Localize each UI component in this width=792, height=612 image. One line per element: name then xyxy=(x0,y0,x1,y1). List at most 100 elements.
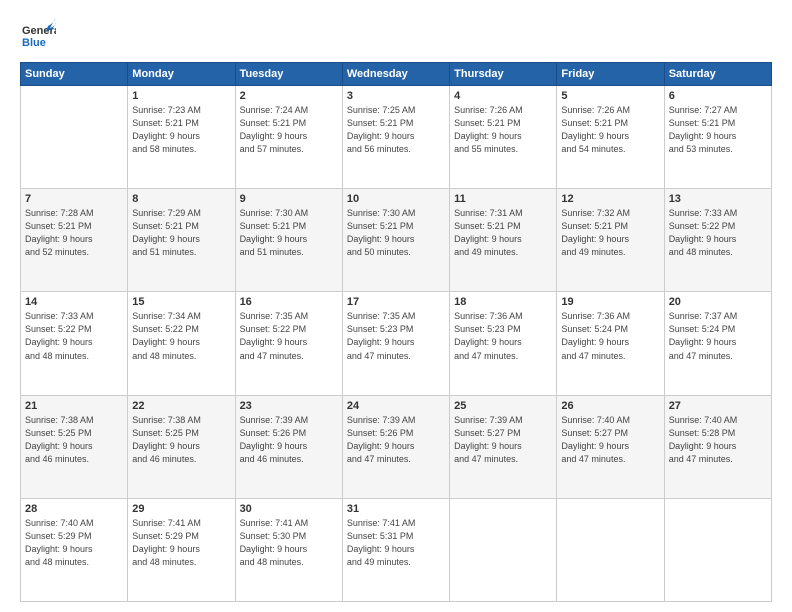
day-number: 16 xyxy=(240,296,338,308)
svg-text:General: General xyxy=(22,25,56,37)
svg-text:Blue: Blue xyxy=(22,37,46,49)
day-number: 8 xyxy=(132,193,230,205)
day-number: 6 xyxy=(669,90,767,102)
day-info: Sunrise: 7:25 AMSunset: 5:21 PMDaylight:… xyxy=(347,104,445,156)
calendar-cell: 2 Sunrise: 7:24 AMSunset: 5:21 PMDaylight… xyxy=(235,86,342,189)
day-info: Sunrise: 7:29 AMSunset: 5:21 PMDaylight:… xyxy=(132,207,230,259)
weekday-header-wednesday: Wednesday xyxy=(342,63,449,86)
calendar-cell xyxy=(450,498,557,601)
calendar-cell: 24 Sunrise: 7:39 AMSunset: 5:26 PMDayligh… xyxy=(342,395,449,498)
day-number: 7 xyxy=(25,193,123,205)
day-number: 23 xyxy=(240,400,338,412)
weekday-header-tuesday: Tuesday xyxy=(235,63,342,86)
day-info: Sunrise: 7:23 AMSunset: 5:21 PMDaylight:… xyxy=(132,104,230,156)
day-number: 12 xyxy=(561,193,659,205)
calendar-cell: 18 Sunrise: 7:36 AMSunset: 5:23 PMDayligh… xyxy=(450,292,557,395)
calendar-cell: 6Sunrise: 7:27 AMSunset: 5:21 PMDaylight… xyxy=(664,86,771,189)
day-info: Sunrise: 7:33 AMSunset: 5:22 PMDaylight:… xyxy=(25,310,123,362)
calendar-cell: 8 Sunrise: 7:29 AMSunset: 5:21 PMDaylight… xyxy=(128,189,235,292)
calendar-cell: 10 Sunrise: 7:30 AMSunset: 5:21 PMDayligh… xyxy=(342,189,449,292)
calendar-cell: 3 Sunrise: 7:25 AMSunset: 5:21 PMDaylight… xyxy=(342,86,449,189)
calendar-cell: 30 Sunrise: 7:41 AMSunset: 5:30 PMDayligh… xyxy=(235,498,342,601)
day-info: Sunrise: 7:28 AMSunset: 5:21 PMDaylight:… xyxy=(25,207,123,259)
day-number: 13 xyxy=(669,193,767,205)
calendar-cell: 21 Sunrise: 7:38 AMSunset: 5:25 PMDayligh… xyxy=(21,395,128,498)
day-number: 4 xyxy=(454,90,552,102)
calendar-cell xyxy=(21,86,128,189)
day-info: Sunrise: 7:39 AMSunset: 5:27 PMDaylight:… xyxy=(454,414,552,466)
calendar-cell: 1 Sunrise: 7:23 AMSunset: 5:21 PMDaylight… xyxy=(128,86,235,189)
day-info: Sunrise: 7:35 AMSunset: 5:22 PMDaylight:… xyxy=(240,310,338,362)
day-info: Sunrise: 7:30 AMSunset: 5:21 PMDaylight:… xyxy=(347,207,445,259)
day-info: Sunrise: 7:41 AMSunset: 5:30 PMDaylight:… xyxy=(240,517,338,569)
day-info: Sunrise: 7:39 AMSunset: 5:26 PMDaylight:… xyxy=(347,414,445,466)
calendar-cell: 29 Sunrise: 7:41 AMSunset: 5:29 PMDayligh… xyxy=(128,498,235,601)
calendar-cell: 4 Sunrise: 7:26 AMSunset: 5:21 PMDaylight… xyxy=(450,86,557,189)
calendar-cell: 31 Sunrise: 7:41 AMSunset: 5:31 PMDayligh… xyxy=(342,498,449,601)
day-number: 19 xyxy=(561,296,659,308)
day-info: Sunrise: 7:36 AMSunset: 5:23 PMDaylight:… xyxy=(454,310,552,362)
calendar-cell: 20 Sunrise: 7:37 AMSunset: 5:24 PMDayligh… xyxy=(664,292,771,395)
page: General Blue SundayMondayTuesdayWednesda… xyxy=(0,0,792,612)
day-number: 3 xyxy=(347,90,445,102)
day-info: Sunrise: 7:38 AMSunset: 5:25 PMDaylight:… xyxy=(25,414,123,466)
day-number: 21 xyxy=(25,400,123,412)
day-info: Sunrise: 7:40 AMSunset: 5:27 PMDaylight:… xyxy=(561,414,659,466)
day-number: 9 xyxy=(240,193,338,205)
weekday-header-monday: Monday xyxy=(128,63,235,86)
calendar-week-2: 7 Sunrise: 7:28 AMSunset: 5:21 PMDaylight… xyxy=(21,189,772,292)
day-info: Sunrise: 7:33 AMSunset: 5:22 PMDaylight:… xyxy=(669,207,767,259)
day-number: 25 xyxy=(454,400,552,412)
day-info: Sunrise: 7:30 AMSunset: 5:21 PMDaylight:… xyxy=(240,207,338,259)
day-number: 15 xyxy=(132,296,230,308)
day-info: Sunrise: 7:41 AMSunset: 5:31 PMDaylight:… xyxy=(347,517,445,569)
calendar-cell: 12Sunrise: 7:32 AMSunset: 5:21 PMDayligh… xyxy=(557,189,664,292)
day-info: Sunrise: 7:34 AMSunset: 5:22 PMDaylight:… xyxy=(132,310,230,362)
day-info: Sunrise: 7:41 AMSunset: 5:29 PMDaylight:… xyxy=(132,517,230,569)
day-info: Sunrise: 7:31 AMSunset: 5:21 PMDaylight:… xyxy=(454,207,552,259)
day-number: 28 xyxy=(25,503,123,515)
day-number: 27 xyxy=(669,400,767,412)
calendar-cell: 7 Sunrise: 7:28 AMSunset: 5:21 PMDaylight… xyxy=(21,189,128,292)
day-number: 29 xyxy=(132,503,230,515)
weekday-header-friday: Friday xyxy=(557,63,664,86)
day-info: Sunrise: 7:35 AMSunset: 5:23 PMDaylight:… xyxy=(347,310,445,362)
calendar-week-4: 21 Sunrise: 7:38 AMSunset: 5:25 PMDayligh… xyxy=(21,395,772,498)
calendar-week-5: 28Sunrise: 7:40 AMSunset: 5:29 PMDayligh… xyxy=(21,498,772,601)
day-info: Sunrise: 7:37 AMSunset: 5:24 PMDaylight:… xyxy=(669,310,767,362)
day-info: Sunrise: 7:26 AMSunset: 5:21 PMDaylight:… xyxy=(454,104,552,156)
calendar-cell xyxy=(664,498,771,601)
calendar-cell: 14Sunrise: 7:33 AMSunset: 5:22 PMDayligh… xyxy=(21,292,128,395)
calendar-cell: 9 Sunrise: 7:30 AMSunset: 5:21 PMDaylight… xyxy=(235,189,342,292)
calendar-cell: 23 Sunrise: 7:39 AMSunset: 5:26 PMDayligh… xyxy=(235,395,342,498)
day-number: 30 xyxy=(240,503,338,515)
day-number: 20 xyxy=(669,296,767,308)
day-info: Sunrise: 7:26 AMSunset: 5:21 PMDaylight:… xyxy=(561,104,659,156)
calendar-cell: 11Sunrise: 7:31 AMSunset: 5:21 PMDayligh… xyxy=(450,189,557,292)
day-number: 10 xyxy=(347,193,445,205)
calendar-cell: 5Sunrise: 7:26 AMSunset: 5:21 PMDaylight… xyxy=(557,86,664,189)
day-number: 17 xyxy=(347,296,445,308)
day-info: Sunrise: 7:39 AMSunset: 5:26 PMDaylight:… xyxy=(240,414,338,466)
calendar-cell: 28Sunrise: 7:40 AMSunset: 5:29 PMDayligh… xyxy=(21,498,128,601)
calendar-cell xyxy=(557,498,664,601)
calendar-cell: 13 Sunrise: 7:33 AMSunset: 5:22 PMDayligh… xyxy=(664,189,771,292)
weekday-header-saturday: Saturday xyxy=(664,63,771,86)
day-number: 2 xyxy=(240,90,338,102)
day-info: Sunrise: 7:40 AMSunset: 5:28 PMDaylight:… xyxy=(669,414,767,466)
calendar-week-3: 14Sunrise: 7:33 AMSunset: 5:22 PMDayligh… xyxy=(21,292,772,395)
calendar-cell: 16 Sunrise: 7:35 AMSunset: 5:22 PMDayligh… xyxy=(235,292,342,395)
day-info: Sunrise: 7:36 AMSunset: 5:24 PMDaylight:… xyxy=(561,310,659,362)
day-info: Sunrise: 7:24 AMSunset: 5:21 PMDaylight:… xyxy=(240,104,338,156)
logo: General Blue xyxy=(20,18,56,54)
day-number: 31 xyxy=(347,503,445,515)
day-number: 1 xyxy=(132,90,230,102)
calendar-table: SundayMondayTuesdayWednesdayThursdayFrid… xyxy=(20,62,772,602)
calendar-cell: 19 Sunrise: 7:36 AMSunset: 5:24 PMDayligh… xyxy=(557,292,664,395)
calendar-cell: 22Sunrise: 7:38 AMSunset: 5:25 PMDayligh… xyxy=(128,395,235,498)
calendar-cell: 25 Sunrise: 7:39 AMSunset: 5:27 PMDayligh… xyxy=(450,395,557,498)
header: General Blue xyxy=(20,18,772,54)
day-number: 18 xyxy=(454,296,552,308)
day-info: Sunrise: 7:38 AMSunset: 5:25 PMDaylight:… xyxy=(132,414,230,466)
day-number: 24 xyxy=(347,400,445,412)
